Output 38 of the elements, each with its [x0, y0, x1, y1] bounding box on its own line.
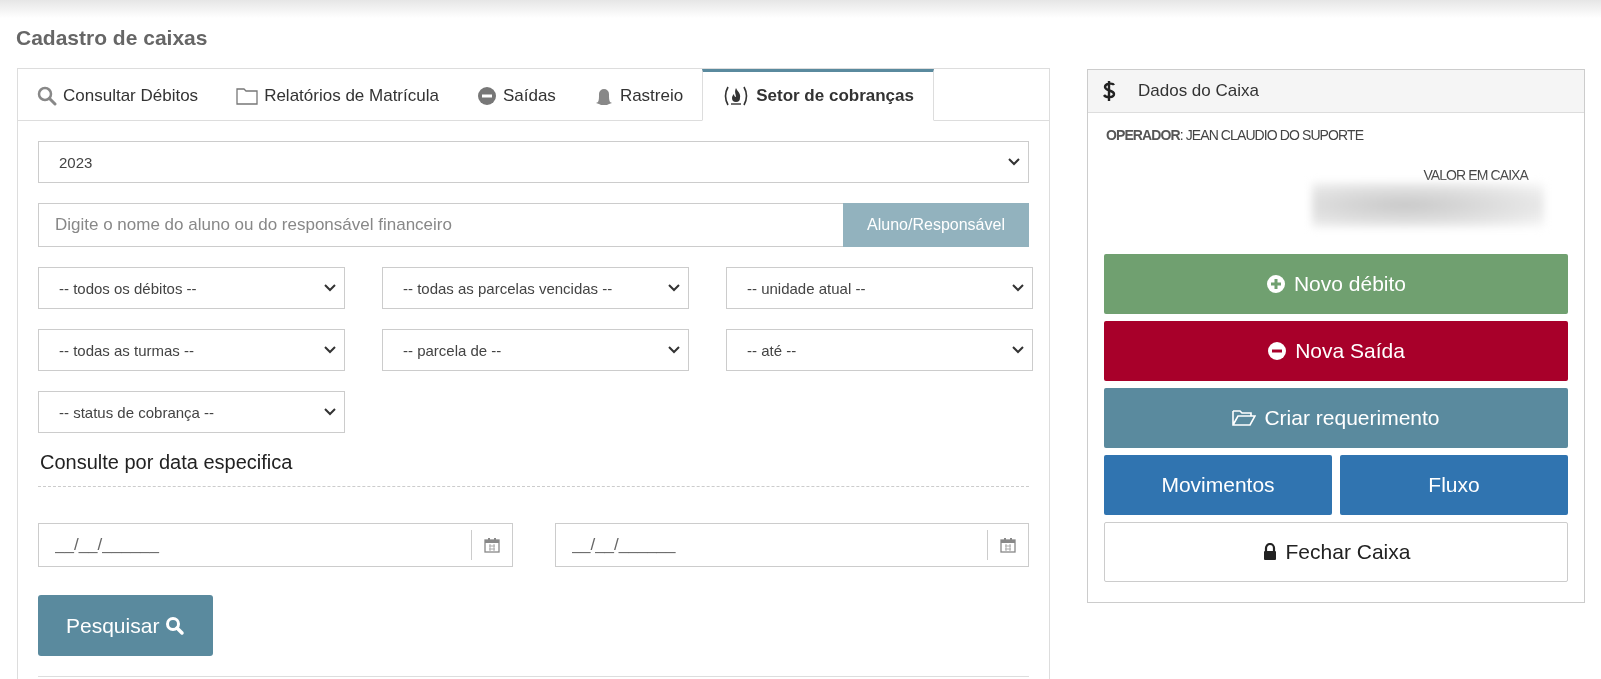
search-icon	[165, 615, 186, 636]
chevron-icon	[324, 346, 336, 354]
lock-icon	[1261, 543, 1278, 561]
filter-select[interactable]: -- parcela de --	[382, 329, 689, 371]
tab[interactable]: Setor de cobranças	[702, 69, 934, 121]
chevron-icon	[1008, 158, 1020, 166]
chevron-icon	[324, 408, 336, 416]
filter-select[interactable]: -- status de cobrança --	[38, 391, 345, 433]
balance-label: VALOR EM CAIXA	[1422, 167, 1528, 183]
section-heading: Consulte por data especifica	[40, 451, 294, 474]
filter-select[interactable]: -- até --	[726, 329, 1033, 371]
year-select[interactable]: 2023	[38, 141, 1029, 183]
page-title: Cadastro de caixas	[16, 26, 209, 51]
chevron-icon	[668, 284, 680, 292]
folder-icon	[1232, 409, 1257, 427]
action-button[interactable]: Fechar Caixa	[1104, 522, 1568, 582]
action-button[interactable]: Criar requerimento	[1104, 388, 1568, 448]
action-button[interactable]: Fluxo	[1340, 455, 1568, 515]
filter-select[interactable]: -- todas as parcelas vencidas --	[382, 267, 689, 309]
chevron-icon	[324, 284, 336, 292]
search-field[interactable]: Digite o nome do aluno ou do responsável financeiro	[38, 203, 843, 247]
panel-title: Dados do Caixa	[1138, 81, 1259, 101]
chevron-icon	[1012, 284, 1024, 292]
operator-text: OPERADOR: JEAN CLAUDIO DO SUPORTE	[1106, 127, 1365, 143]
folder-icon	[236, 87, 259, 105]
action-button[interactable]: Nova Saída	[1104, 321, 1568, 381]
chevron-icon	[668, 346, 680, 354]
search-button[interactable]: Pesquisar	[38, 595, 214, 656]
filter-select[interactable]: -- todos os débitos --	[38, 267, 345, 309]
filter-select[interactable]: -- unidade atual --	[726, 267, 1033, 309]
plus-circle-icon	[1265, 274, 1286, 294]
filter-select[interactable]: -- todas as turmas --	[38, 329, 345, 371]
minus-circle-icon	[1267, 341, 1288, 361]
dollar-icon	[1102, 80, 1116, 102]
minus-circle-icon	[476, 86, 497, 106]
chevron-icon	[1012, 346, 1024, 354]
search-icon	[37, 86, 57, 106]
action-button[interactable]: Movimentos	[1104, 455, 1332, 515]
